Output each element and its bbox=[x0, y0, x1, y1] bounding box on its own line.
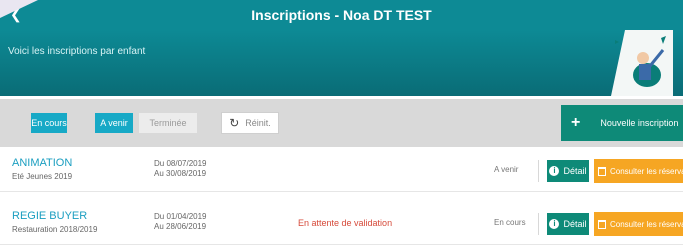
date-to: Au 30/08/2019 bbox=[154, 169, 207, 178]
date-from: Du 08/07/2019 bbox=[154, 159, 207, 168]
inscription-title: ANIMATION bbox=[12, 157, 73, 169]
inscription-dates: Du 08/07/2019 Au 30/08/2019 bbox=[154, 159, 207, 179]
undo-icon: ↻ bbox=[229, 116, 240, 130]
list-item: ANIMATION Eté Jeunes 2019 Du 08/07/2019 … bbox=[0, 150, 683, 192]
filter-bar: En cours A venir Terminée ↻ Réinit. + No… bbox=[0, 99, 683, 147]
inscription-subtitle: Restauration 2018/2019 bbox=[12, 225, 98, 234]
new-inscription-button[interactable]: + Nouvelle inscription bbox=[561, 105, 683, 141]
calendar-icon bbox=[598, 219, 606, 229]
status-badge: En cours bbox=[494, 218, 526, 227]
banner-illustration bbox=[611, 30, 673, 96]
page-title: Inscriptions - Noa DT TEST bbox=[251, 7, 432, 23]
plus-icon: + bbox=[571, 114, 581, 131]
divider bbox=[538, 160, 539, 182]
info-icon: i bbox=[549, 219, 560, 229]
consult-label: Consulter les réservations bbox=[610, 219, 683, 229]
date-to: Au 28/06/2019 bbox=[154, 222, 207, 231]
tab-en-cours[interactable]: En cours bbox=[31, 113, 67, 133]
detail-button[interactable]: i Détail bbox=[547, 213, 589, 235]
divider bbox=[538, 213, 539, 235]
tab-terminee[interactable]: Terminée bbox=[139, 113, 197, 133]
banner-text: Voici les inscriptions par enfant bbox=[8, 46, 146, 57]
detail-label: Détail bbox=[563, 166, 587, 176]
calendar-icon bbox=[598, 166, 606, 176]
list-item: REGIE BUYER Restauration 2018/2019 Du 01… bbox=[0, 203, 683, 245]
date-from: Du 01/04/2019 bbox=[154, 212, 207, 221]
new-inscription-label: Nouvelle inscription bbox=[600, 118, 679, 128]
banner: Voici les inscriptions par enfant bbox=[0, 30, 683, 96]
consult-label: Consulter les réservations bbox=[610, 166, 683, 176]
info-icon: i bbox=[549, 166, 560, 176]
tab-a-venir[interactable]: A venir bbox=[95, 113, 133, 133]
detail-button[interactable]: i Détail bbox=[547, 160, 589, 182]
status-message: En attente de validation bbox=[298, 218, 393, 228]
inscription-subtitle: Eté Jeunes 2019 bbox=[12, 172, 73, 181]
consult-reservations-button[interactable]: Consulter les réservations bbox=[594, 212, 683, 236]
status-badge: A venir bbox=[494, 165, 519, 174]
inscription-dates: Du 01/04/2019 Au 28/06/2019 bbox=[154, 212, 207, 232]
inscription-title: REGIE BUYER bbox=[12, 210, 88, 222]
top-bar: ❮ Inscriptions - Noa DT TEST bbox=[0, 0, 683, 30]
reset-label: Réinit. bbox=[245, 118, 271, 128]
consult-reservations-button[interactable]: Consulter les réservations bbox=[594, 159, 683, 183]
corner-fold bbox=[0, 0, 38, 18]
detail-label: Détail bbox=[563, 219, 587, 229]
reset-button[interactable]: ↻ Réinit. bbox=[221, 112, 279, 134]
